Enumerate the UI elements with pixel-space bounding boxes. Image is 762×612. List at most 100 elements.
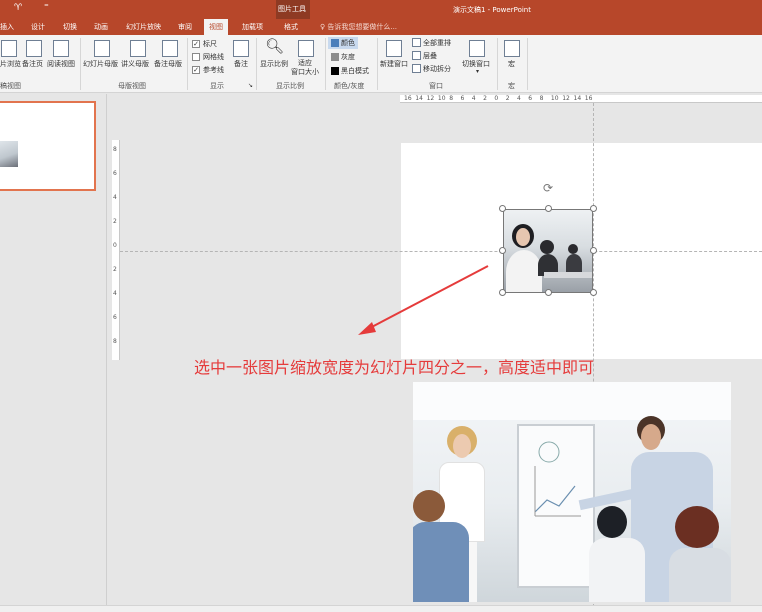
seated-person-shirt [589, 538, 645, 602]
color-group-label: 颜色/灰度 [334, 82, 365, 90]
master-views-label: 母版视图 [118, 82, 146, 90]
slide-thumbnail[interactable] [0, 101, 96, 191]
tab-animations[interactable]: 动画 [94, 22, 108, 32]
resize-handle-sw[interactable] [499, 289, 506, 296]
zoom-button[interactable]: 显示比例 [260, 59, 288, 69]
ruler-tick-label: 6 [528, 95, 533, 102]
ruler-tick-label: 4 [517, 95, 521, 102]
notes-page-button[interactable]: 备注页 [22, 59, 43, 69]
woman-shirt [506, 250, 542, 292]
cascade-button[interactable]: 层叠 [423, 51, 437, 61]
resize-handle-e[interactable] [590, 247, 597, 254]
tab-view[interactable]: 视图 [204, 19, 228, 35]
seated-man-shirt [413, 522, 469, 602]
fit-window-button[interactable]: 适应 窗口大小 [291, 59, 319, 77]
slide-thumbnail-pane[interactable] [0, 94, 107, 612]
grayscale-swatch-icon [331, 53, 339, 61]
slide-sorter-icon[interactable] [1, 40, 17, 57]
resize-handle-ne[interactable] [590, 205, 597, 212]
slide-master-icon[interactable] [94, 40, 110, 57]
resize-handle-s[interactable] [545, 289, 552, 296]
ruler-tick-label: 8 [449, 95, 454, 102]
reading-view-icon[interactable] [53, 40, 69, 57]
chevron-down-icon[interactable]: ▾ [476, 68, 479, 75]
dialog-launcher-icon[interactable]: ↘ [248, 82, 253, 89]
handout-master-button[interactable]: 讲义母版 [121, 59, 149, 69]
ruler-tick-label: 8 [113, 146, 117, 153]
ruler-tick-label: 10 [437, 95, 446, 102]
resize-handle-w[interactable] [499, 247, 506, 254]
color-option[interactable]: 颜色 [341, 38, 355, 48]
annotation-arrow [358, 265, 489, 335]
notes-icon[interactable] [233, 40, 249, 57]
group-separator [527, 38, 528, 90]
tab-insert[interactable]: 插入 [0, 22, 14, 32]
handout-master-icon[interactable] [130, 40, 146, 57]
move-split-button[interactable]: 移动拆分 [423, 64, 451, 74]
ruler-tick-label: 2 [113, 218, 117, 225]
zoom-group-label: 显示比例 [276, 82, 304, 90]
black-white-option[interactable]: 黑白模式 [341, 66, 369, 76]
ruler-checkbox[interactable]: ✓ [192, 40, 200, 48]
cascade-icon [412, 51, 421, 60]
man-suit-2 [566, 254, 582, 272]
woman-face [516, 228, 530, 246]
rotate-handle-icon[interactable]: ⟳ [541, 181, 555, 195]
gridlines-checkbox[interactable] [192, 53, 200, 61]
ruler-tick-label: 12 [562, 95, 570, 102]
whiteboard-chart [534, 441, 581, 517]
notes-master-button[interactable]: 备注母版 [154, 59, 182, 69]
tab-slideshow[interactable]: 幻灯片放映 [126, 22, 161, 32]
notes-button[interactable]: 备注 [234, 59, 248, 69]
gridlines-label: 网格线 [203, 53, 224, 61]
group-separator [80, 38, 81, 90]
resize-handle-se[interactable] [590, 289, 597, 296]
macros-button[interactable]: 宏 [508, 59, 515, 69]
dropdown-icon[interactable]: ⁼ [44, 3, 49, 13]
new-window-button[interactable]: 新建窗口 [380, 59, 408, 69]
magnifier-icon[interactable]: 🔍︎ [265, 37, 284, 55]
ruler-tick-label: 0 [113, 242, 117, 249]
tab-format[interactable]: 格式 [284, 22, 298, 32]
slide-sorter-button[interactable]: 片浏览 [0, 59, 21, 69]
slide-master-button[interactable]: 幻灯片母版 [83, 59, 118, 69]
fit-window-icon[interactable] [298, 40, 314, 57]
selected-picture[interactable] [503, 209, 593, 293]
thumbnail-picture [0, 141, 18, 167]
notes-master-icon[interactable] [162, 40, 178, 57]
arrange-all-icon [412, 38, 421, 47]
new-window-icon[interactable] [386, 40, 402, 57]
tell-me-search[interactable]: ♀ 告诉我您想要做什么... [320, 22, 397, 32]
ruler-tick-label: 4 [113, 290, 117, 297]
grayscale-option[interactable]: 灰度 [341, 52, 355, 62]
group-separator [497, 38, 498, 90]
table [544, 272, 592, 278]
office-meeting-photo[interactable] [413, 382, 731, 602]
presentation-views-label: 稿视图 [0, 82, 21, 90]
resize-handle-n[interactable] [545, 205, 552, 212]
guides-checkbox[interactable]: ✓ [192, 66, 200, 74]
horizontal-ruler[interactable]: 16 14 12 10 8 6 4 2 0 2 4 6 8 10 12 14 16 [400, 95, 762, 103]
tab-addins[interactable]: 加载项 [242, 22, 263, 32]
ruler-label: 标尺 [203, 40, 217, 48]
horizontal-guide[interactable] [120, 251, 762, 252]
notes-page-icon[interactable] [26, 40, 42, 57]
seated-woman-top [669, 548, 731, 602]
tab-transitions[interactable]: 切换 [63, 22, 77, 32]
tab-design[interactable]: 设计 [31, 22, 45, 32]
macros-icon[interactable] [504, 40, 520, 57]
seated-person-hair [597, 506, 627, 538]
tab-review[interactable]: 审阅 [178, 22, 192, 32]
reading-view-button[interactable]: 阅读视图 [47, 59, 75, 69]
powerpoint-icon[interactable]: ♈ [14, 3, 22, 13]
window-light [413, 382, 731, 420]
guides-label: 参考线 [203, 66, 224, 74]
ruler-tick-label: 8 [113, 338, 117, 345]
status-bar [0, 605, 762, 612]
switch-window-icon[interactable] [469, 40, 485, 57]
ruler-tick-label: 4 [113, 194, 117, 201]
vertical-ruler[interactable]: 8 6 4 2 0 2 4 6 8 [112, 140, 120, 360]
resize-handle-nw[interactable] [499, 205, 506, 212]
arrange-all-button[interactable]: 全部重排 [423, 38, 451, 48]
window-group-label: 窗口 [429, 82, 443, 90]
